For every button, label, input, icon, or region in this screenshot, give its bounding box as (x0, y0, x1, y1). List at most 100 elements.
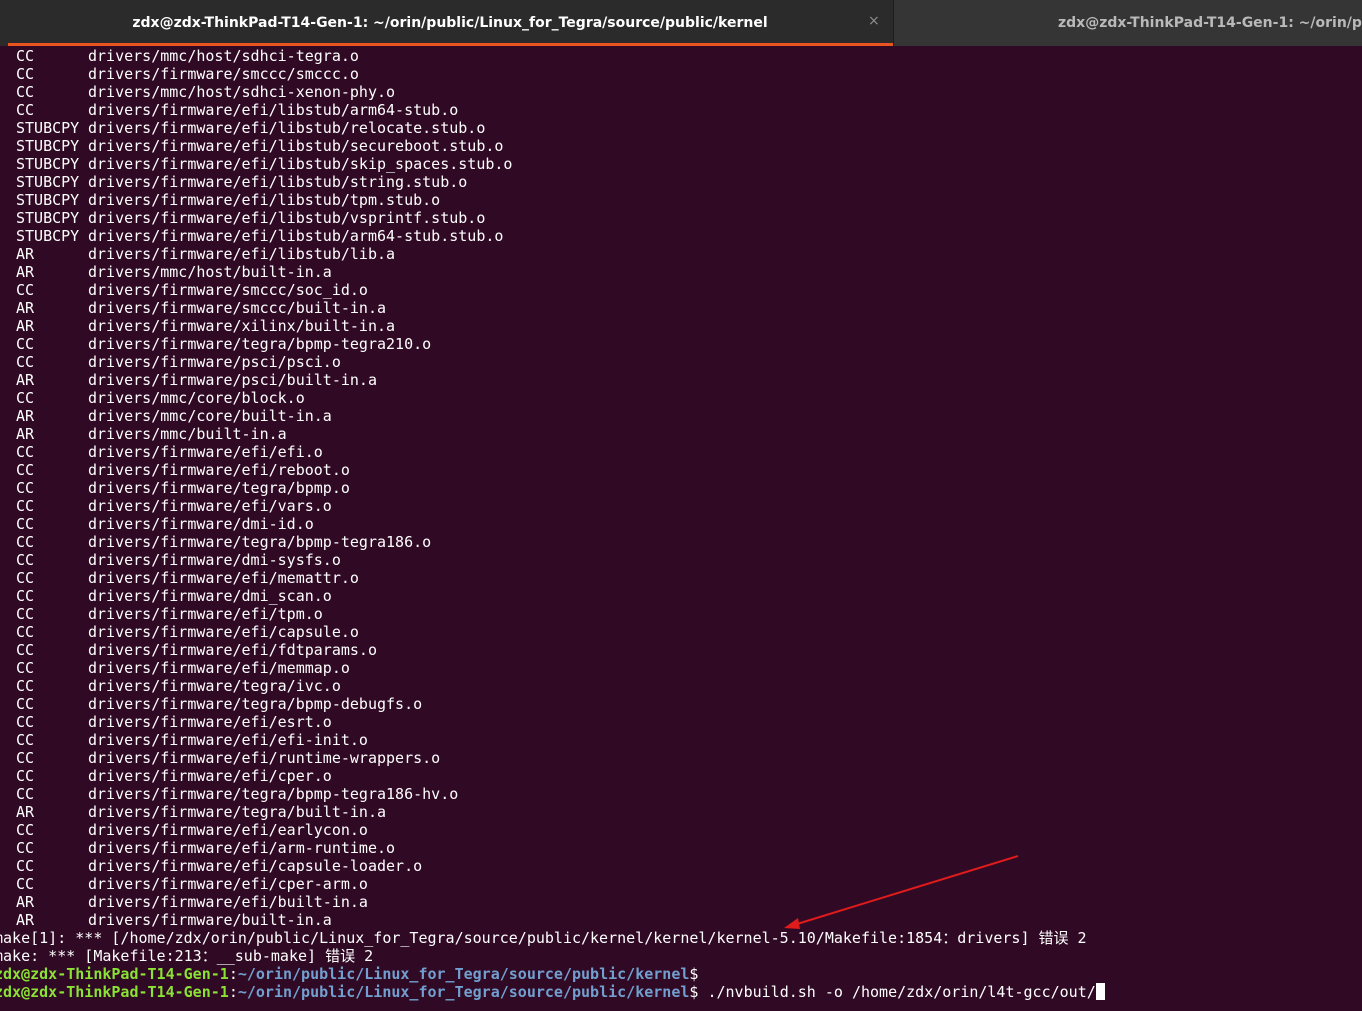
build-file-path: drivers/firmware/psci/psci.o (88, 353, 341, 371)
build-step-type: CC (16, 83, 35, 101)
build-file-path: drivers/firmware/efi/earlycon.o (88, 821, 368, 839)
build-line: CC drivers/firmware/tegra/bpmp-tegra210.o (0, 335, 1362, 353)
build-file-path: drivers/firmware/efi/efi.o (88, 443, 323, 461)
build-line: STUBCPY drivers/firmware/efi/libstub/stri… (0, 173, 1362, 191)
build-file-path: drivers/firmware/efi/libstub/vsprintf.st… (88, 209, 486, 227)
active-tab-indicator (8, 43, 893, 46)
build-step-type: STUBCPY (16, 119, 80, 137)
build-step-type: CC (16, 857, 35, 875)
build-line: CC drivers/firmware/efi/reboot.o (0, 461, 1362, 479)
build-line: AR drivers/firmware/xilinx/built-in.a (0, 317, 1362, 335)
build-line: CC drivers/firmware/efi/capsule-loader.o (0, 857, 1362, 875)
terminal-output[interactable]: CC drivers/mmc/host/sdhci-tegra.o CC driver… (0, 47, 1362, 1011)
build-step-type: CC (16, 731, 35, 749)
build-step-type: CC (16, 461, 35, 479)
build-file-path: drivers/firmware/efi/libstub/skip_spaces… (88, 155, 513, 173)
build-file-path: drivers/firmware/efi/capsule-loader.o (88, 857, 423, 875)
build-line: CC drivers/firmware/smccc/smccc.o (0, 65, 1362, 83)
build-step-type: CC (16, 479, 35, 497)
build-line: CC drivers/firmware/smccc/soc_id.o (0, 281, 1362, 299)
build-line: CC drivers/firmware/efi/fdtparams.o (0, 641, 1362, 659)
build-step-type: AR (16, 245, 35, 263)
build-step-type: CC (16, 821, 35, 839)
tab-bar: zdx@zdx-ThinkPad-T14-Gen-1: ~/orin/publi… (0, 0, 1362, 46)
build-line: CC drivers/firmware/efi/arm-runtime.o (0, 839, 1362, 857)
build-line: AR drivers/firmware/efi/libstub/lib.a (0, 245, 1362, 263)
build-line: AR drivers/firmware/efi/built-in.a (0, 893, 1362, 911)
prompt-directory: ~/orin/public/Linux_for_Tegra/source/pub… (237, 983, 690, 1001)
build-file-path: drivers/firmware/efi/libstub/secureboot.… (88, 137, 504, 155)
build-line: CC drivers/firmware/tegra/bpmp-debugfs.o (0, 695, 1362, 713)
build-line: STUBCPY drivers/firmware/efi/libstub/relo… (0, 119, 1362, 137)
build-step-type: STUBCPY (16, 209, 80, 227)
prompt-colon: : (228, 983, 238, 1001)
build-file-path: drivers/firmware/tegra/built-in.a (88, 803, 387, 821)
build-file-path: drivers/mmc/built-in.a (88, 425, 287, 443)
build-step-type: CC (16, 65, 35, 83)
build-step-type: CC (16, 569, 35, 587)
build-file-path: drivers/firmware/dmi-sysfs.o (88, 551, 341, 569)
build-line: CC drivers/firmware/efi/cper-arm.o (0, 875, 1362, 893)
prompt-line[interactable]: zdx@zdx-ThinkPad-T14-Gen-1:~/orin/public… (0, 983, 1362, 1001)
build-file-path: drivers/firmware/efi/libstub/relocate.st… (88, 119, 486, 137)
build-line: CC drivers/firmware/efi/efi.o (0, 443, 1362, 461)
build-file-path: drivers/firmware/psci/built-in.a (88, 371, 377, 389)
build-step-type: CC (16, 587, 35, 605)
build-step-type: CC (16, 515, 35, 533)
build-file-path: drivers/firmware/tegra/bpmp-tegra186-hv.… (88, 785, 459, 803)
build-file-path: drivers/firmware/efi/tpm.o (88, 605, 323, 623)
build-file-path: drivers/firmware/efi/arm-runtime.o (88, 839, 396, 857)
build-step-type: CC (16, 281, 35, 299)
build-file-path: drivers/firmware/efi/runtime-wrappers.o (88, 749, 441, 767)
build-file-path: drivers/firmware/efi/vars.o (88, 497, 332, 515)
build-step-type: CC (16, 335, 35, 353)
build-step-type: STUBCPY (16, 173, 80, 191)
build-line: CC drivers/firmware/efi/vars.o (0, 497, 1362, 515)
build-step-type: CC (16, 47, 35, 65)
prompt-user: zdx@zdx-ThinkPad-T14-Gen-1 (0, 983, 229, 1001)
build-step-type: CC (16, 353, 35, 371)
command-input[interactable]: ./nvbuild.sh -o /home/zdx/orin/l4t-gcc/o… (698, 983, 1095, 1001)
prompt-colon: : (228, 965, 238, 983)
tab-inactive[interactable]: zdx@zdx-ThinkPad-T14-Gen-1: ~/orin/publi… (894, 0, 1362, 46)
build-step-type: AR (16, 371, 35, 389)
build-step-type: CC (16, 749, 35, 767)
build-line: CC drivers/firmware/efi/cper.o (0, 767, 1362, 785)
prompt-user: zdx@zdx-ThinkPad-T14-Gen-1 (0, 965, 229, 983)
build-file-path: drivers/firmware/tegra/ivc.o (88, 677, 341, 695)
build-line: CC drivers/firmware/dmi-id.o (0, 515, 1362, 533)
build-line: CC drivers/firmware/efi/memattr.o (0, 569, 1362, 587)
build-step-type: CC (16, 641, 35, 659)
build-file-path: drivers/firmware/efi/fdtparams.o (88, 641, 377, 659)
prompt-directory: ~/orin/public/Linux_for_Tegra/source/pub… (237, 965, 690, 983)
build-step-type: AR (16, 803, 35, 821)
build-file-path: drivers/firmware/efi/libstub/arm64-stub.… (88, 101, 459, 119)
build-step-type: STUBCPY (16, 155, 80, 173)
build-file-path: drivers/firmware/tegra/bpmp-tegra210.o (88, 335, 432, 353)
prompt-symbol: $ (689, 965, 699, 983)
build-file-path: drivers/firmware/tegra/bpmp-tegra186.o (88, 533, 432, 551)
build-file-path: drivers/mmc/host/sdhci-tegra.o (88, 47, 359, 65)
build-file-path: drivers/firmware/efi/built-in.a (88, 893, 368, 911)
build-file-path: drivers/firmware/efi/efi-init.o (88, 731, 368, 749)
build-step-type: CC (16, 101, 35, 119)
build-line: CC drivers/firmware/dmi-sysfs.o (0, 551, 1362, 569)
build-line: CC drivers/firmware/efi/earlycon.o (0, 821, 1362, 839)
build-line: AR drivers/mmc/host/built-in.a (0, 263, 1362, 281)
build-file-path: drivers/firmware/efi/reboot.o (88, 461, 350, 479)
build-line: CC drivers/firmware/efi/efi-init.o (0, 731, 1362, 749)
build-file-path: drivers/firmware/efi/cper-arm.o (88, 875, 368, 893)
build-file-path: drivers/firmware/efi/memmap.o (88, 659, 350, 677)
close-icon[interactable]: × (868, 13, 880, 29)
build-step-type: STUBCPY (16, 191, 80, 209)
build-file-path: drivers/firmware/efi/capsule.o (88, 623, 359, 641)
build-file-path: drivers/firmware/smccc/smccc.o (88, 65, 359, 83)
build-file-path: drivers/firmware/efi/libstub/lib.a (88, 245, 396, 263)
build-line: CC drivers/mmc/host/sdhci-xenon-phy.o (0, 83, 1362, 101)
build-line: AR drivers/mmc/built-in.a (0, 425, 1362, 443)
text-cursor (1095, 983, 1105, 1000)
build-file-path: drivers/firmware/dmi_scan.o (88, 587, 332, 605)
tab-active[interactable]: zdx@zdx-ThinkPad-T14-Gen-1: ~/orin/publi… (0, 0, 893, 46)
build-line: AR drivers/firmware/smccc/built-in.a (0, 299, 1362, 317)
build-step-type: AR (16, 407, 35, 425)
